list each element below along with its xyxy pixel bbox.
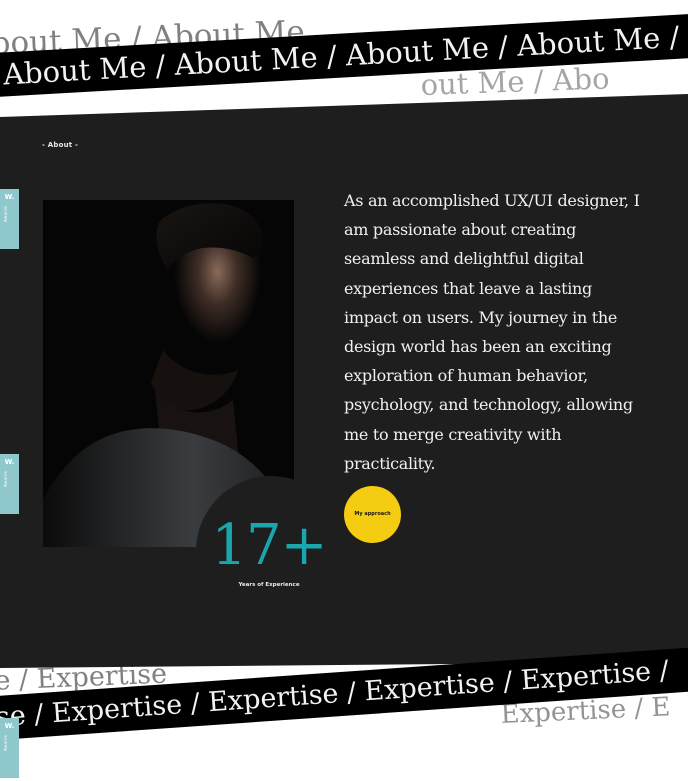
bio-line: exploration of human behavior, <box>344 366 588 386</box>
bio-line: impact on users. My journey in the <box>344 307 618 327</box>
bio-paragraph: As an accomplished UX/UI designer, I am … <box>344 186 656 478</box>
side-tab-logo: W. <box>4 722 15 730</box>
bio-line: As an accomplished UX/UI designer, I <box>344 191 640 210</box>
bio-line: practicality. <box>344 453 436 473</box>
bio-line: seamless and delightful digital <box>344 249 584 269</box>
side-awards-tab[interactable]: W. Awards <box>0 718 19 778</box>
my-approach-button[interactable]: My approach <box>344 486 401 543</box>
side-tab-logo: W. <box>4 193 15 201</box>
bio-line: experiences that leave a lasting <box>344 278 592 298</box>
bio-line: am passionate about creating <box>344 220 577 240</box>
experience-number: 17+ <box>211 513 327 578</box>
side-tab-label: Awards <box>3 470 8 487</box>
bio-line: design world has been an exciting <box>344 337 612 357</box>
bio-line: psychology, and technology, allowing <box>344 395 633 415</box>
bio-line: me to merge creativity with <box>344 424 562 444</box>
side-tab-label: Awards <box>3 734 8 751</box>
experience-label: Years of Experience <box>238 582 300 588</box>
side-awards-tab[interactable]: W. Awards <box>0 454 19 514</box>
side-tab-logo: W. <box>4 458 15 466</box>
section-label: - About - <box>42 141 79 149</box>
side-tab-label: Awards <box>3 205 8 222</box>
about-page: bout Me / About Me out Me / Abo About Me… <box>0 0 688 781</box>
side-awards-tab[interactable]: W. Awards <box>0 189 19 249</box>
